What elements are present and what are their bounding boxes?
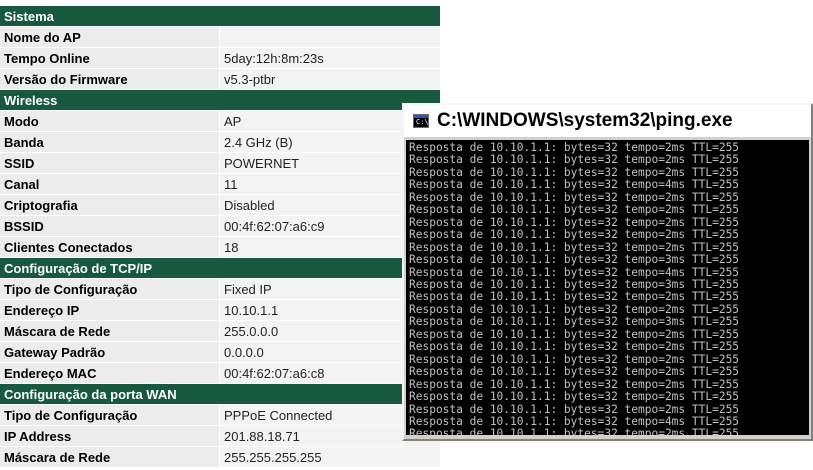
table-row: Máscara de Rede 255.0.0.0 [0,321,440,342]
section-header-row: Configuração de TCP/IP [0,258,440,279]
table-row: Clientes Conectados 18 [0,237,440,258]
section-header-row: Sistema [0,6,440,27]
console-icon: C:\ [413,114,429,128]
console-title: C:\WINDOWS\system32\ping.exe [437,110,733,131]
field-label: Gateway Padrão [0,342,220,363]
table-row: IP Address 201.88.18.71 [0,426,440,447]
field-label: Tipo de Configuração [0,279,220,300]
console-output: Resposta de 10.10.1.1: bytes=32 tempo=2m… [406,140,809,435]
field-label: Endereço MAC [0,363,220,384]
field-label: Clientes Conectados [0,237,220,258]
ping-reply-line: Resposta de 10.10.1.1: bytes=32 tempo=3m… [409,315,740,329]
ping-reply-line: Resposta de 10.10.1.1: bytes=32 tempo=3m… [409,253,740,267]
section-title: Wireless [0,90,440,111]
status-table-body: Sistema Nome do AP Tempo Online 5day:12h:8m… [0,6,440,468]
table-row: Modo AP [0,111,440,132]
status-table: Sistema Nome do AP Tempo Online 5day:12h:8m… [0,6,440,468]
table-row: Tipo de Configuração Fixed IP [0,279,440,300]
field-label: Máscara de Rede [0,447,220,468]
ping-reply-line: Resposta de 10.10.1.1: bytes=32 tempo=2m… [409,340,740,354]
table-row: Endereço MAC 00:4f:62:07:a6:c8 [0,363,440,384]
ping-console-window[interactable]: C:\ C:\WINDOWS\system32\ping.exe Respost… [402,103,813,441]
section-header-row: Configuração da porta WAN [0,384,440,405]
table-row: Endereço IP 10.10.1.1 [0,300,440,321]
field-label: IP Address [0,426,220,447]
table-row: Criptografia Disabled [0,195,440,216]
ping-reply-line: Resposta de 10.10.1.1: bytes=32 tempo=2m… [409,203,740,217]
field-value [220,27,440,48]
table-row: Versão do Firmware v5.3-ptbr [0,69,440,90]
field-value: v5.3-ptbr [220,69,440,90]
field-label: Criptografia [0,195,220,216]
field-label: Canal [0,174,220,195]
field-value: 255.255.255.255 [220,447,440,468]
table-row: Canal 11 [0,174,440,195]
ping-reply-line: Resposta de 10.10.1.1: bytes=32 tempo=2m… [409,365,740,379]
field-label: SSID [0,153,220,174]
console-output-area[interactable]: Resposta de 10.10.1.1: bytes=32 tempo=2m… [406,140,809,435]
ping-reply-line: Resposta de 10.10.1.1: bytes=32 tempo=2m… [409,427,740,435]
table-row: Nome do AP [0,27,440,48]
section-title: Sistema [0,6,440,27]
console-titlebar[interactable]: C:\ C:\WINDOWS\system32\ping.exe [404,105,811,137]
ping-reply-line: Resposta de 10.10.1.1: bytes=32 tempo=4m… [409,178,740,192]
section-header-row: Wireless [0,90,440,111]
field-label: Nome do AP [0,27,220,48]
table-row: Banda 2.4 GHz (B) [0,132,440,153]
table-row: Tipo de Configuração PPPoE Connected [0,405,440,426]
field-label: Tempo Online [0,48,220,69]
ping-reply-line: Resposta de 10.10.1.1: bytes=32 tempo=2m… [409,228,740,242]
field-label: Versão do Firmware [0,69,220,90]
console-icon-text: C:\ [416,118,429,126]
field-label: Máscara de Rede [0,321,220,342]
table-row: BSSID 00:4f:62:07:a6:c9 [0,216,440,237]
field-label: Banda [0,132,220,153]
table-row: Gateway Padrão 0.0.0.0 [0,342,440,363]
field-value: 5day:12h:8m:23s [220,48,440,69]
field-label: Modo [0,111,220,132]
section-title: Configuração de TCP/IP [0,258,440,279]
table-row: Tempo Online 5day:12h:8m:23s [0,48,440,69]
table-row: SSID POWERNET [0,153,440,174]
field-label: BSSID [0,216,220,237]
ping-reply-line: Resposta de 10.10.1.1: bytes=32 tempo=2m… [409,390,740,404]
table-row: Máscara de Rede 255.255.255.255 [0,447,440,468]
field-label: Tipo de Configuração [0,405,220,426]
field-label: Endereço IP [0,300,220,321]
section-title: Configuração da porta WAN [0,384,440,405]
